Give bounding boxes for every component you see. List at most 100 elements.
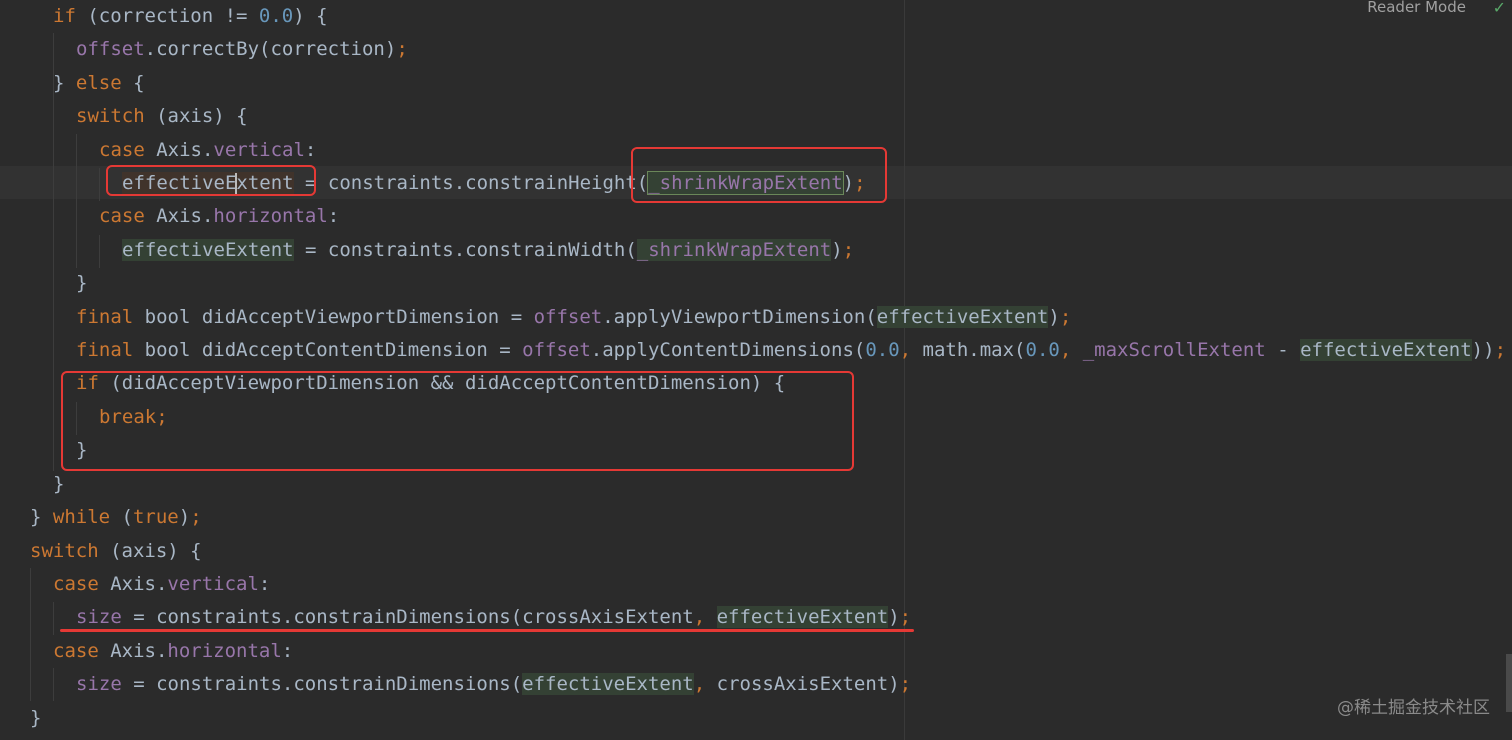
enum-horizontal: horizontal [213, 205, 328, 227]
code-text: : [304, 139, 317, 161]
code-text: = constraints.constrainDimensions( [121, 673, 523, 695]
keyword-case: case [99, 205, 145, 227]
code-text: } [53, 473, 65, 495]
code-line-5[interactable]: case Axis.vertical: [0, 134, 316, 167]
code-text: = constraints.constrainDimensions(crossA… [121, 606, 694, 628]
keyword-final: final [76, 339, 134, 361]
keyword-switch: switch [30, 540, 99, 562]
code-line-2[interactable]: offset.correctBy(correction); [0, 33, 408, 66]
code-text: ( [110, 506, 133, 528]
keyword-switch: switch [76, 105, 145, 127]
code-text: Axis. [144, 139, 214, 161]
code-line-1[interactable]: if (correction != 0.0) { [0, 0, 328, 33]
annotation-box-break-condition [61, 371, 854, 471]
variable-effective-extent: effectiveExtent [122, 239, 294, 261]
reader-mode-button[interactable]: Reader Mode [1367, 0, 1466, 18]
number-literal: 0.0 [258, 5, 294, 27]
code-line-11[interactable]: final bool didAcceptContentDimension = o… [0, 334, 1506, 367]
keyword-final: final [76, 306, 134, 328]
code-line-3[interactable]: } else { [0, 67, 145, 100]
enum-vertical: vertical [167, 573, 259, 595]
comma: , [693, 673, 717, 695]
code-line-18[interactable]: case Axis.vertical: [0, 568, 270, 601]
keyword-else: else [75, 72, 122, 94]
field-shrink-wrap-extent: _shrinkWrapExtent [636, 239, 832, 261]
code-text: ) [178, 506, 191, 528]
code-text: : [281, 640, 294, 662]
code-text: ) { [293, 5, 328, 27]
comma: , [899, 339, 923, 361]
code-line-20[interactable]: case Axis.horizontal: [0, 635, 293, 668]
code-line-17[interactable]: switch (axis) { [0, 535, 202, 568]
semicolon: ; [1494, 339, 1507, 361]
annotation-box-effective-extent [106, 165, 316, 196]
field-max-scroll-extent: _maxScrollExtent [1082, 339, 1266, 361]
code-text: ) [831, 239, 843, 261]
code-line-21[interactable]: size = constraints.constrainDimensions(e… [0, 668, 911, 701]
code-editor[interactable]: if (correction != 0.0) { offset.correctB… [0, 0, 1512, 740]
enum-horizontal: horizontal [167, 640, 282, 662]
code-line-10[interactable]: final bool didAcceptViewportDimension = … [0, 301, 1071, 334]
code-line-9[interactable]: } [0, 267, 87, 300]
code-text: Axis. [98, 640, 168, 662]
field-size: size [76, 673, 122, 695]
code-line-4[interactable]: switch (axis) { [0, 100, 248, 133]
code-text: } [53, 72, 76, 94]
code-text: } [30, 506, 53, 528]
watermark: @稀土掘金技术社区 [1337, 698, 1490, 718]
field-offset: offset [522, 339, 591, 361]
code-line-7[interactable]: case Axis.horizontal: [0, 200, 339, 233]
variable-effective-extent: effectiveExtent [522, 673, 694, 695]
code-line-16[interactable]: } while (true); [0, 501, 202, 534]
code-line-8[interactable]: effectiveExtent = constraints.constrainW… [0, 234, 854, 267]
enum-vertical: vertical [213, 139, 305, 161]
number-literal: 0.0 [865, 339, 900, 361]
check-icon[interactable]: ✓ [1493, 0, 1506, 17]
keyword-case: case [99, 139, 145, 161]
semicolon: ; [899, 606, 912, 628]
code-text: : [258, 573, 271, 595]
code-line-22[interactable]: } [0, 702, 41, 735]
variable-effective-extent: effectiveExtent [876, 306, 1049, 328]
code-text: (correction != [75, 5, 259, 27]
code-text: .applyViewportDimension( [602, 306, 877, 328]
keyword-if: if [53, 5, 76, 27]
scrollbar-thumb[interactable] [1506, 654, 1512, 712]
code-text: { [121, 72, 145, 94]
code-text: bool didAcceptContentDimension = [133, 339, 523, 361]
code-text: Axis. [98, 573, 168, 595]
annotation-underline-size [60, 629, 914, 632]
code-text: - [1265, 339, 1301, 361]
code-text: .correctBy(correction) [144, 38, 397, 60]
semicolon: ; [190, 506, 202, 528]
field-size: size [76, 606, 122, 628]
semicolon: ; [899, 673, 912, 695]
comma: , [693, 606, 717, 628]
code-text: ) [1048, 306, 1060, 328]
code-text: crossAxisExtent) [716, 673, 900, 695]
semicolon: ; [842, 239, 855, 261]
semicolon: ; [396, 38, 408, 60]
code-text: : [327, 205, 340, 227]
code-text: )) [1471, 339, 1495, 361]
keyword-while: while [52, 506, 111, 528]
field-offset: offset [533, 306, 603, 328]
keyword-case: case [53, 640, 99, 662]
keyword-case: case [53, 573, 99, 595]
code-text: ) [888, 606, 900, 628]
comma: , [1059, 339, 1083, 361]
code-text: } [76, 272, 88, 294]
number-literal: 0.0 [1025, 339, 1060, 361]
annotation-box-shrink-wrap-extent [631, 147, 887, 203]
code-text: (axis) { [144, 105, 248, 127]
code-text: math.max( [922, 339, 1026, 361]
keyword-true: true [132, 506, 179, 528]
code-text: = constraints.constrainWidth( [293, 239, 637, 261]
code-line-15[interactable]: } [0, 468, 64, 501]
code-text: bool didAcceptViewportDimension = [133, 306, 534, 328]
code-text: } [30, 707, 42, 729]
code-text: .applyContentDimensions( [590, 339, 866, 361]
variable-effective-extent: effectiveExtent [716, 606, 889, 628]
field-offset: offset [76, 38, 145, 60]
code-text: Axis. [144, 205, 214, 227]
